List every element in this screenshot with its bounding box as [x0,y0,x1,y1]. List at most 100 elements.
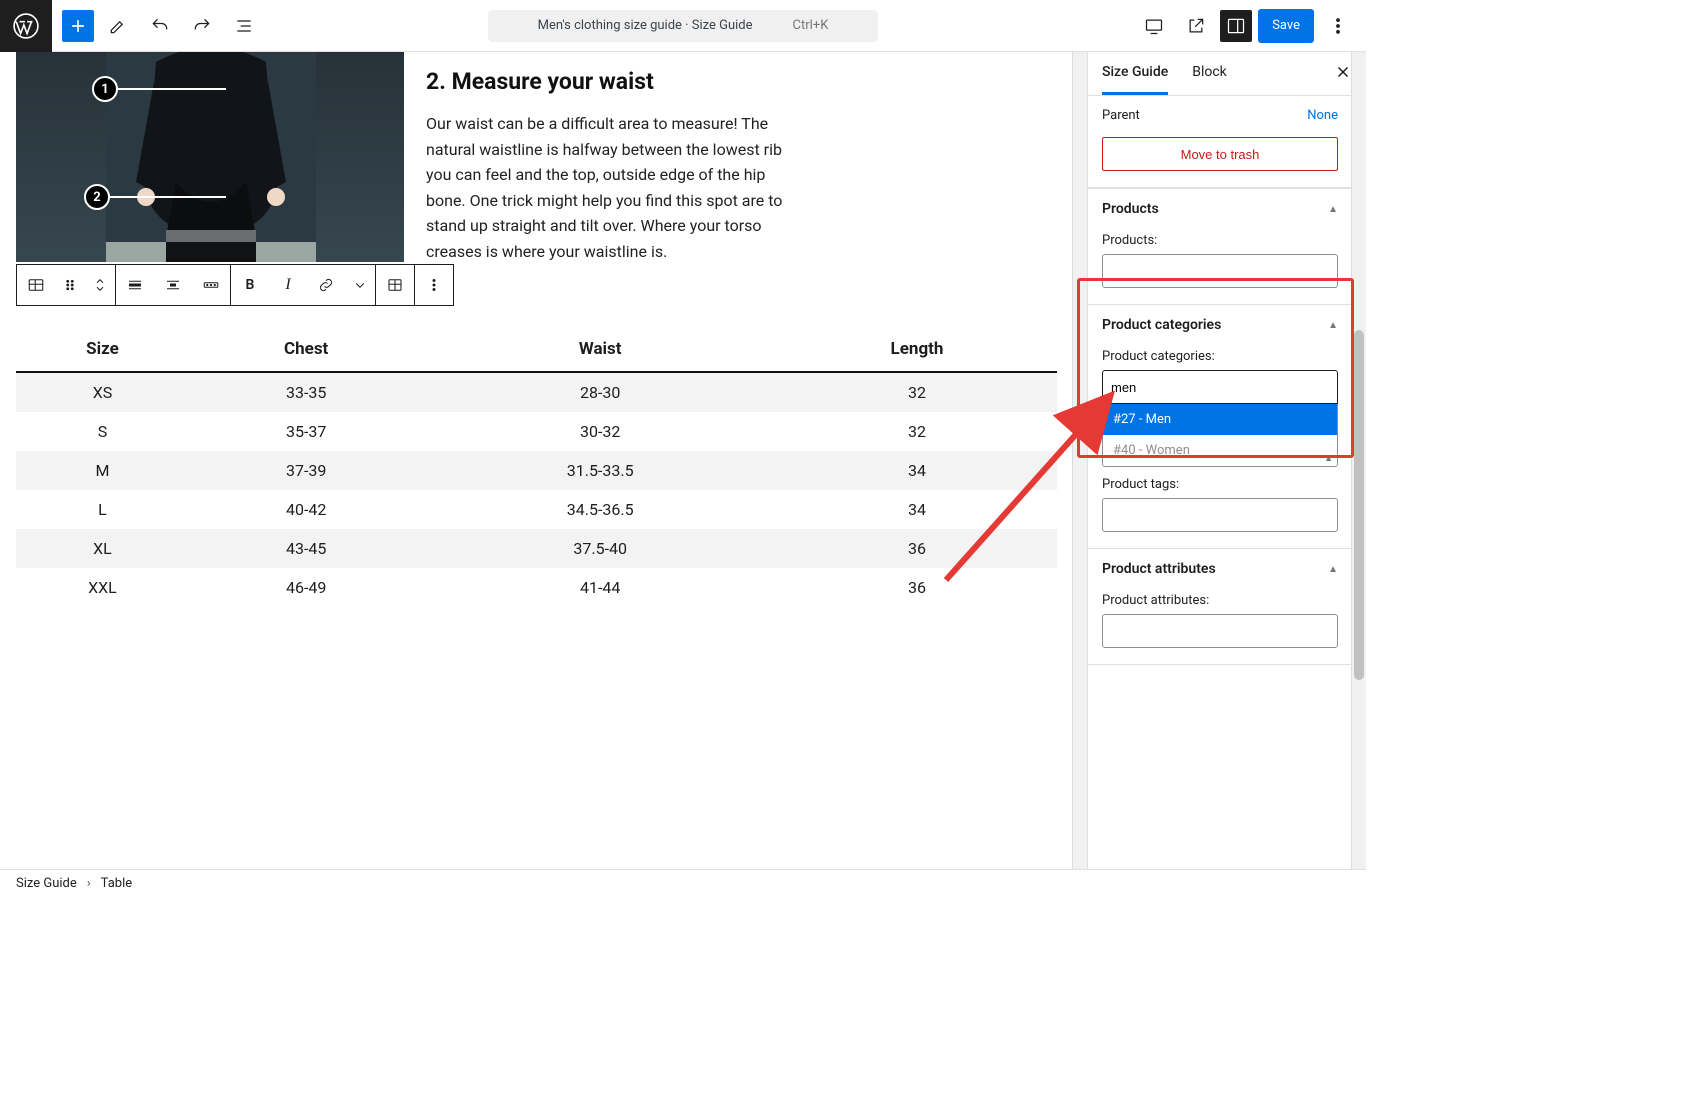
panel-categories-header[interactable]: Product categories ▲ [1088,305,1352,345]
table-cell[interactable]: 40-42 [189,490,424,529]
parent-value-link[interactable]: None [1307,108,1338,123]
categories-dropdown: #27 - Men #40 - Women ▲ [1102,404,1338,467]
move-to-trash-button[interactable]: Move to trash [1102,137,1338,171]
view-desktop-icon[interactable] [1136,8,1172,44]
table-cell[interactable]: 36 [777,568,1057,607]
table-row[interactable]: XL43-4537.5-4036 [16,529,1057,568]
save-button[interactable]: Save [1258,9,1314,43]
image-marker-2: 2 [84,184,226,210]
table-cell[interactable]: 37.5-40 [423,529,777,568]
settings-sidebar: Size Guide Block Parent None Move to tra… [1087,52,1366,869]
panel-products-header[interactable]: Products ▲ [1088,188,1352,229]
table-cell[interactable]: XXL [16,568,189,607]
attributes-field-label: Product attributes: [1102,593,1338,608]
table-cell[interactable]: XS [16,372,189,412]
align-wide-icon[interactable] [192,265,230,305]
product-tags-input[interactable] [1102,498,1338,532]
tab-block[interactable]: Block [1192,52,1227,95]
caret-up-icon: ▲ [1328,564,1338,575]
wordpress-logo-icon[interactable] [0,0,52,52]
drag-handle-icon[interactable] [55,265,85,305]
panel-attributes-header[interactable]: Product attributes ▲ [1088,549,1352,589]
table-row[interactable]: S35-3730-3232 [16,412,1057,451]
section-paragraph[interactable]: Our waist can be a difficult area to mea… [426,111,806,265]
categories-field-label: Product categories: [1102,349,1338,364]
table-cell[interactable]: M [16,451,189,490]
table-row[interactable]: XXL46-4941-4436 [16,568,1057,607]
table-cell[interactable]: 28-30 [423,372,777,412]
table-cell[interactable]: S [16,412,189,451]
measurement-image: 1 2 [16,52,404,262]
table-cell[interactable]: 35-37 [189,412,424,451]
table-cell[interactable]: 34 [777,451,1057,490]
document-title: Men's clothing size guide · Size Guide [538,18,753,33]
table-cell[interactable]: 31.5-33.5 [423,451,777,490]
breadcrumb-root[interactable]: Size Guide [16,876,77,891]
table-cell[interactable]: 32 [777,412,1057,451]
caret-up-icon: ▲ [1324,453,1333,464]
table-cell[interactable]: 34.5-36.5 [423,490,777,529]
tab-size-guide[interactable]: Size Guide [1102,52,1168,95]
add-block-button[interactable] [62,10,94,42]
parent-label: Parent [1102,108,1140,123]
section-heading[interactable]: 2. Measure your waist [426,68,1057,95]
size-table[interactable]: SizeChestWaistLength XS33-3528-3032S35-3… [16,329,1057,607]
table-row[interactable]: XS33-3528-3032 [16,372,1057,412]
table-cell[interactable]: XL [16,529,189,568]
table-header-cell[interactable]: Chest [189,329,424,372]
redo-icon[interactable] [184,8,220,44]
caret-up-icon: ▲ [1328,320,1338,331]
table-cell[interactable]: 43-45 [189,529,424,568]
sidebar-scrollbar[interactable] [1354,330,1364,680]
category-option-men[interactable]: #27 - Men [1103,404,1337,435]
image-marker-1: 1 [92,76,226,102]
edit-table-icon[interactable] [376,265,414,305]
undo-icon[interactable] [142,8,178,44]
close-sidebar-icon[interactable] [1334,63,1352,85]
table-cell[interactable]: 41-44 [423,568,777,607]
italic-button[interactable]: I [269,265,307,305]
shortcut-hint: Ctrl+K [793,18,829,33]
table-cell[interactable]: 46-49 [189,568,424,607]
table-cell[interactable]: 30-32 [423,412,777,451]
more-rich-text-icon[interactable] [345,265,375,305]
align-full-icon[interactable] [116,265,154,305]
product-attributes-input[interactable] [1102,614,1338,648]
category-option-women[interactable]: #40 - Women [1103,435,1337,466]
table-cell[interactable]: 37-39 [189,451,424,490]
table-block-icon[interactable] [17,265,55,305]
table-row[interactable]: M37-3931.5-33.534 [16,451,1057,490]
breadcrumb-current[interactable]: Table [101,876,132,891]
settings-sidebar-toggle-icon[interactable] [1220,10,1252,42]
table-cell[interactable]: 34 [777,490,1057,529]
table-cell[interactable]: 33-35 [189,372,424,412]
chevron-right-icon: › [87,876,91,891]
edit-mode-icon[interactable] [100,8,136,44]
caret-up-icon: ▲ [1328,204,1338,215]
canvas-scrollbar[interactable] [1075,56,1085,120]
categories-input[interactable] [1102,370,1338,404]
products-field-label: Products: [1102,233,1338,248]
table-row[interactable]: L40-4234.5-36.534 [16,490,1057,529]
editor-canvas: 1 2 2. Measure your waist Our waist can … [0,52,1087,869]
move-updown-icon[interactable] [85,265,115,305]
table-cell[interactable]: L [16,490,189,529]
table-header-cell[interactable]: Length [777,329,1057,372]
table-cell[interactable]: 36 [777,529,1057,568]
align-center-icon[interactable] [154,265,192,305]
table-header-cell[interactable]: Waist [423,329,777,372]
block-toolbar: B I [16,264,454,306]
open-external-icon[interactable] [1178,8,1214,44]
breadcrumb-footer: Size Guide › Table [0,869,1366,897]
products-input[interactable] [1102,254,1338,288]
more-options-icon[interactable] [1320,8,1356,44]
table-header-cell[interactable]: Size [16,329,189,372]
top-toolbar: Men's clothing size guide · Size Guide C… [0,0,1366,52]
link-icon[interactable] [307,265,345,305]
table-cell[interactable]: 32 [777,372,1057,412]
block-options-icon[interactable] [415,265,453,305]
bold-button[interactable]: B [231,265,269,305]
document-overview-icon[interactable] [226,8,262,44]
tags-field-label: Product tags: [1102,477,1338,492]
document-title-bar[interactable]: Men's clothing size guide · Size Guide C… [488,10,878,42]
